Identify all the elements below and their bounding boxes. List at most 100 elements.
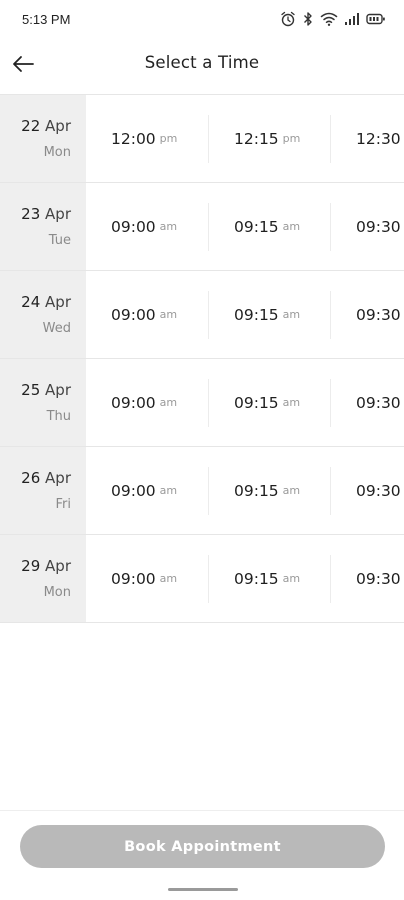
slot-divider — [208, 115, 209, 163]
slot-period: am — [159, 484, 178, 497]
slot-time: 12:15 — [234, 129, 279, 148]
day-row: 25 Apr Thu 09:00 am 09:15 am 09:30 — [0, 359, 404, 447]
slot-divider — [208, 379, 209, 427]
slot-time: 09:15 — [234, 569, 279, 588]
date-label: 26 Apr — [21, 469, 71, 487]
date-day: 23 — [21, 205, 41, 223]
slot-divider — [330, 467, 331, 515]
slot-time: 09:30 — [356, 393, 401, 412]
time-slot[interactable]: 09:00 am — [111, 447, 177, 534]
slot-period: am — [282, 396, 301, 409]
slot-time: 09:15 — [234, 217, 279, 236]
time-slot[interactable]: 09:15 am — [234, 271, 300, 358]
time-slot[interactable]: 12:30 — [356, 95, 404, 182]
slot-period: am — [159, 220, 178, 233]
time-slot[interactable]: 09:30 — [356, 271, 404, 358]
day-row: 24 Apr Wed 09:00 am 09:15 am 09:30 — [0, 271, 404, 359]
time-slot[interactable]: 09:30 — [356, 447, 404, 534]
date-cell: 26 Apr Fri — [0, 447, 86, 534]
day-row: 22 Apr Mon 12:00 pm 12:15 pm 12:30 — [0, 95, 404, 183]
day-row: 23 Apr Tue 09:00 am 09:15 am 09:30 — [0, 183, 404, 271]
date-month: Apr — [45, 205, 71, 223]
time-slot[interactable]: 12:00 pm — [111, 95, 177, 182]
slot-period: am — [282, 572, 301, 585]
day-row: 26 Apr Fri 09:00 am 09:15 am 09:30 — [0, 447, 404, 535]
slot-period: am — [159, 308, 178, 321]
date-day: 24 — [21, 293, 41, 311]
slot-time: 09:00 — [111, 217, 156, 236]
status-bar: 5:13 PM — [0, 0, 404, 40]
time-slot[interactable]: 09:15 am — [234, 359, 300, 446]
schedule-grid: 22 Apr Mon 12:00 pm 12:15 pm 12:30 23 Apr … — [0, 94, 404, 623]
date-day: 22 — [21, 117, 41, 135]
date-label: 24 Apr — [21, 293, 71, 311]
page-title: Select a Time — [144, 53, 260, 72]
slot-divider — [208, 291, 209, 339]
slot-time: 09:00 — [111, 305, 156, 324]
slot-time: 12:30 — [356, 129, 401, 148]
date-month: Apr — [45, 117, 71, 135]
slot-divider — [208, 467, 209, 515]
time-slot[interactable]: 09:30 — [356, 359, 404, 446]
date-weekday: Tue — [48, 233, 71, 248]
time-slots: 09:00 am 09:15 am 09:30 — [86, 359, 404, 446]
time-slots: 09:00 am 09:15 am 09:30 — [86, 183, 404, 270]
date-cell: 25 Apr Thu — [0, 359, 86, 446]
day-row: 29 Apr Mon 09:00 am 09:15 am 09:30 — [0, 535, 404, 623]
signal-icon — [344, 11, 360, 27]
slot-divider — [330, 291, 331, 339]
date-month: Apr — [45, 469, 71, 487]
status-time: 5:13 PM — [22, 12, 71, 27]
date-cell: 24 Apr Wed — [0, 271, 86, 358]
date-day: 29 — [21, 557, 41, 575]
date-weekday: Wed — [42, 321, 71, 336]
slot-divider — [330, 555, 331, 603]
slot-time: 09:00 — [111, 481, 156, 500]
slot-period: am — [282, 308, 301, 321]
slot-period: am — [282, 220, 301, 233]
slot-time: 09:30 — [356, 569, 401, 588]
time-slots: 12:00 pm 12:15 pm 12:30 — [86, 95, 404, 182]
time-slot[interactable]: 09:15 am — [234, 183, 300, 270]
time-slot[interactable]: 09:15 am — [234, 447, 300, 534]
time-slot[interactable]: 09:30 — [356, 535, 404, 622]
slot-divider — [330, 379, 331, 427]
slot-divider — [330, 115, 331, 163]
book-appointment-button[interactable]: Book Appointment — [20, 825, 385, 868]
app-bar: Select a Time — [0, 40, 404, 94]
time-slots: 09:00 am 09:15 am 09:30 — [86, 271, 404, 358]
slot-time: 09:00 — [111, 569, 156, 588]
alarm-icon — [280, 11, 296, 27]
time-slot[interactable]: 09:00 am — [111, 271, 177, 358]
status-icons — [280, 11, 386, 27]
date-day: 26 — [21, 469, 41, 487]
slot-time: 09:00 — [111, 393, 156, 412]
time-slot[interactable]: 09:00 am — [111, 359, 177, 446]
date-cell: 22 Apr Mon — [0, 95, 86, 182]
time-slot[interactable]: 09:15 am — [234, 535, 300, 622]
slot-time: 09:15 — [234, 481, 279, 500]
slot-divider — [208, 203, 209, 251]
footer-divider — [0, 810, 404, 811]
time-slot[interactable]: 09:00 am — [111, 535, 177, 622]
slot-period: am — [159, 572, 178, 585]
time-slot[interactable]: 09:00 am — [111, 183, 177, 270]
date-label: 23 Apr — [21, 205, 71, 223]
date-weekday: Mon — [43, 145, 71, 160]
time-slot[interactable]: 12:15 pm — [234, 95, 300, 182]
slot-time: 09:15 — [234, 393, 279, 412]
time-slots: 09:00 am 09:15 am 09:30 — [86, 447, 404, 534]
home-indicator — [168, 888, 238, 891]
battery-icon — [366, 11, 386, 27]
time-slot[interactable]: 09:30 — [356, 183, 404, 270]
slot-period: am — [282, 484, 301, 497]
date-month: Apr — [45, 557, 71, 575]
slot-period: am — [159, 396, 178, 409]
date-weekday: Fri — [55, 497, 72, 512]
slot-time: 12:00 — [111, 129, 156, 148]
date-cell: 29 Apr Mon — [0, 535, 86, 622]
slot-time: 09:30 — [356, 481, 401, 500]
bluetooth-icon — [302, 11, 314, 27]
date-weekday: Mon — [43, 585, 71, 600]
date-label: 29 Apr — [21, 557, 71, 575]
